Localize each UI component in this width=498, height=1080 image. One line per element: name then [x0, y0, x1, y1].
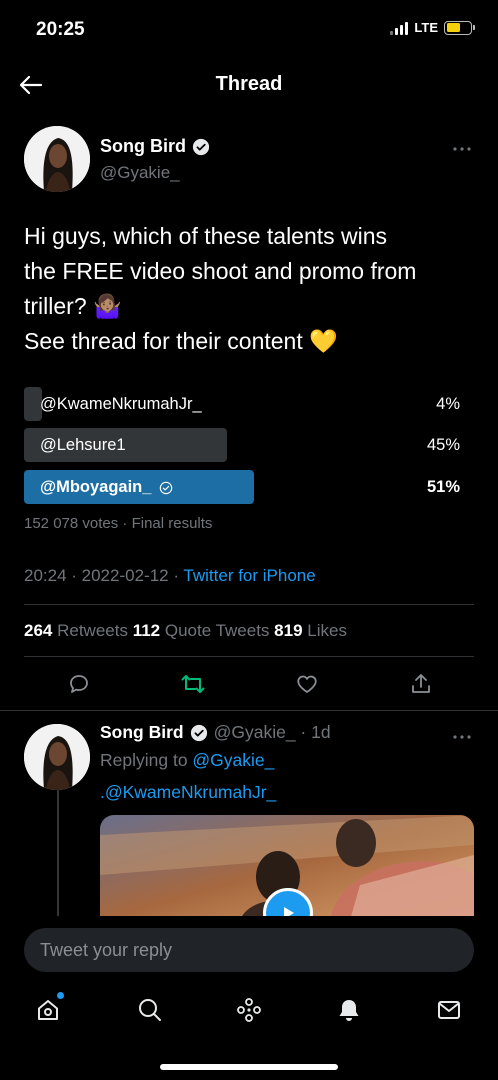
- home-indicator[interactable]: [160, 1064, 338, 1070]
- more-options-button[interactable]: [452, 136, 472, 157]
- poll-option-percent: 45%: [426, 436, 460, 454]
- signal-icon: [390, 21, 409, 35]
- like-button[interactable]: [292, 669, 322, 699]
- network-label: LTE: [414, 20, 438, 35]
- avatar[interactable]: [24, 126, 90, 192]
- quotes-stat[interactable]: 112 Quote Tweets: [133, 621, 274, 640]
- reply-more-options-button[interactable]: [452, 724, 472, 745]
- reply-button[interactable]: [64, 669, 94, 699]
- battery-icon: [444, 20, 475, 35]
- divider: [24, 656, 474, 657]
- author-name-text: Song Bird: [100, 136, 186, 156]
- search-icon: [139, 999, 161, 1021]
- share-icon: [412, 674, 430, 693]
- replying-to-label: Replying to: [100, 750, 193, 770]
- tweet-text: Hi guys, which of these talents wins the…: [24, 219, 484, 359]
- home-icon: [38, 1000, 58, 1020]
- reply-author-name: Song Bird: [100, 722, 184, 742]
- status-time: 20:25: [36, 19, 85, 40]
- retweet-icon: [181, 675, 205, 693]
- tab-messages[interactable]: [429, 990, 469, 1030]
- replying-to-handle-link[interactable]: @Gyakie_: [192, 750, 274, 770]
- retweets-stat[interactable]: 264 Retweets: [24, 621, 133, 640]
- likes-count: 819: [274, 621, 303, 640]
- poll-option: @KwameNkrumahJr_ 4%: [24, 387, 474, 421]
- status-indicators: LTE: [390, 20, 475, 35]
- envelope-icon: [438, 1001, 460, 1019]
- tab-notifications[interactable]: [329, 990, 369, 1030]
- quotes-count: 112: [132, 621, 161, 640]
- poll-option-label: @KwameNkrumahJr_: [40, 395, 202, 413]
- unread-indicator-dot: [57, 992, 64, 999]
- poll-option-label: @Lehsure1: [40, 436, 126, 454]
- retweet-button[interactable]: [178, 669, 208, 699]
- poll-option-percent: 51%: [426, 478, 460, 496]
- divider: [24, 604, 474, 605]
- poll-option: @Lehsure1 45%: [24, 428, 474, 462]
- replying-to: Replying to @Gyakie_: [100, 750, 274, 771]
- checkmark-circle-icon: [160, 481, 173, 494]
- status-bar: 20:25 LTE: [0, 0, 498, 60]
- heart-icon: [297, 675, 317, 693]
- verified-badge-icon: [190, 724, 207, 741]
- retweets-count: 264: [24, 621, 53, 640]
- share-button[interactable]: [406, 669, 436, 699]
- more-dots-icon: [453, 147, 471, 151]
- profile-photo: [24, 126, 90, 192]
- tweet-line: Hi guys, which of these talents wins: [24, 223, 388, 249]
- poll-option-winner: @Mboyagain_ 51%: [24, 470, 474, 504]
- tab-search[interactable]: [130, 990, 170, 1030]
- bell-icon: [339, 1000, 359, 1021]
- author-name[interactable]: Song Bird: [100, 136, 210, 157]
- profile-photo: [24, 724, 90, 790]
- bottom-tab-bar: [0, 990, 498, 1030]
- tab-spaces[interactable]: [229, 990, 269, 1030]
- spaces-icon: [237, 998, 261, 1022]
- tweet-line: the FREE video shoot and promo from: [24, 258, 417, 284]
- more-dots-icon: [453, 735, 471, 739]
- poll-results-meta: 152 078 votes · Final results: [24, 515, 213, 532]
- reply-input[interactable]: [24, 928, 474, 972]
- quotes-label: Quote Tweets: [160, 621, 275, 640]
- poll-option-percent: 4%: [436, 395, 460, 413]
- divider: [0, 710, 498, 711]
- reply-header[interactable]: Song Bird @Gyakie_ · 1d: [100, 722, 331, 743]
- reply-handle-time: @Gyakie_ · 1d: [213, 722, 331, 742]
- tweet-line: triller? 🤷🏽‍♀️: [24, 293, 122, 319]
- tweet-timestamp: 20:24 · 2022-02-12 ·: [24, 566, 184, 585]
- retweets-label: Retweets: [52, 621, 133, 640]
- thread-connector-line: [57, 790, 59, 920]
- likes-stat[interactable]: 819 Likes: [274, 621, 347, 640]
- reply-avatar[interactable]: [24, 724, 90, 790]
- page-title: Thread: [215, 73, 283, 95]
- reply-icon: [70, 675, 88, 693]
- engagement-stats: 264 Retweets 112 Quote Tweets 819 Likes: [24, 621, 347, 641]
- author-handle[interactable]: @Gyakie_: [100, 163, 180, 183]
- tweet-timestamp-row: 20:24 · 2022-02-12 · Twitter for iPhone: [24, 566, 316, 586]
- tweet-line: See thread for their content 💛: [24, 328, 338, 354]
- tweet-source-link[interactable]: Twitter for iPhone: [183, 566, 315, 585]
- likes-label: Likes: [302, 621, 347, 640]
- tweet-actions: [64, 668, 436, 700]
- poll-option-label-wrap: @Mboyagain_: [40, 478, 173, 497]
- reply-text-mention-link[interactable]: .@KwameNkrumahJr_: [100, 782, 276, 803]
- poll-option-label: @Mboyagain_: [40, 478, 152, 496]
- verified-badge-icon: [192, 138, 210, 155]
- top-nav: Thread: [0, 60, 498, 110]
